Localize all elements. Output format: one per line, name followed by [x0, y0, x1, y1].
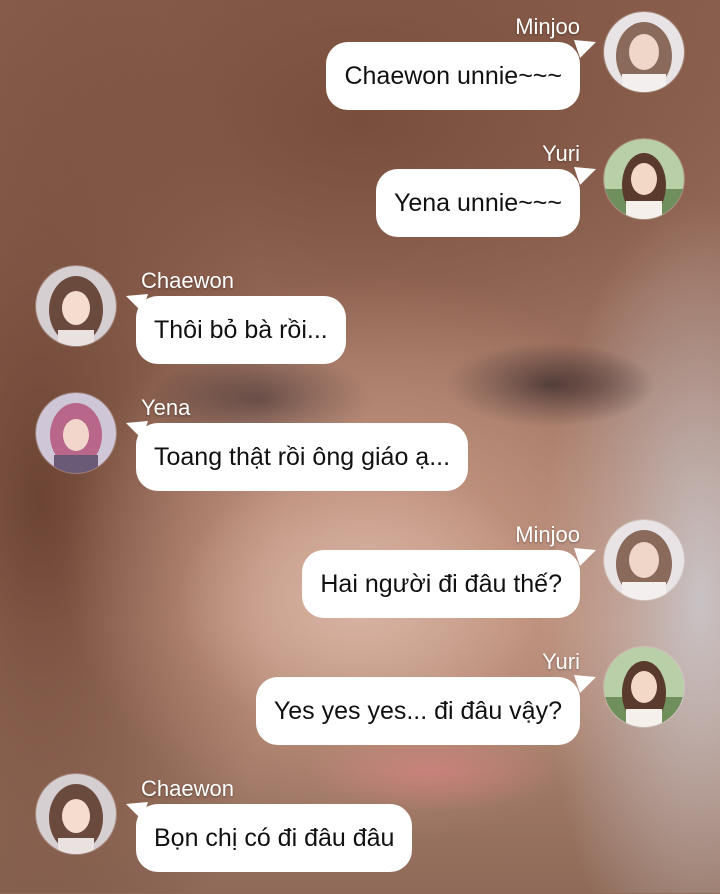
sender-name: Minjoo [515, 522, 580, 547]
chaewon-avatar[interactable] [36, 266, 116, 346]
sender-name: Chaewon [141, 776, 234, 801]
chat-message-yuri: Yuri Yena unnie~~~ [0, 139, 720, 259]
message-bubble: Toang thật rồi ông giáo ạ... [136, 423, 469, 491]
chaewon-avatar[interactable] [36, 774, 116, 854]
chat-message-minjoo: Minjoo Chaewon unnie~~~ [0, 12, 720, 132]
yuri-avatar[interactable] [604, 647, 684, 727]
minjoo-avatar[interactable] [604, 12, 684, 92]
message-bubble: Hai người đi đâu thế? [302, 550, 580, 618]
chat-message-chaewon: Chaewon Thôi bỏ bà rồi... [0, 266, 720, 386]
chat-message-chaewon: Chaewon Bọn chị có đi đâu đâu [0, 774, 720, 894]
message-bubble: Thôi bỏ bà rồi... [136, 296, 346, 364]
message-bubble: Chaewon unnie~~~ [326, 42, 580, 110]
yena-avatar[interactable] [36, 393, 116, 473]
sender-name: Chaewon [141, 268, 234, 293]
message-bubble: Yena unnie~~~ [375, 169, 580, 237]
sender-name: Yuri [542, 141, 580, 166]
sender-name: Yuri [542, 649, 580, 674]
message-bubble: Bọn chị có đi đâu đâu [136, 804, 413, 872]
sender-name: Minjoo [515, 14, 580, 39]
chat-message-minjoo: Minjoo Hai người đi đâu thế? [0, 520, 720, 640]
chat-message-yena: Yena Toang thật rồi ông giáo ạ... [0, 393, 720, 513]
message-bubble: Yes yes yes... đi đâu vậy? [255, 677, 580, 745]
yuri-avatar[interactable] [604, 139, 684, 219]
chat-message-yuri: Yuri Yes yes yes... đi đâu vậy? [0, 647, 720, 767]
sender-name: Yena [141, 395, 191, 420]
minjoo-avatar[interactable] [604, 520, 684, 600]
